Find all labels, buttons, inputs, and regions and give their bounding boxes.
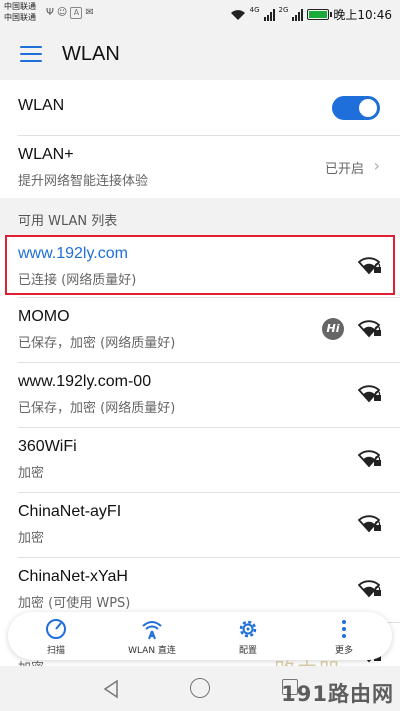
battery-icon — [307, 9, 333, 20]
usb-icon: Ψ — [46, 7, 54, 18]
wlan-plus-title: WLAN+ — [18, 146, 74, 163]
network-status: 已连接 (网络质量好) — [18, 273, 137, 288]
network-row[interactable]: www.192ly.com 已连接 (网络质量好) — [0, 235, 400, 298]
home-icon[interactable] — [190, 678, 210, 698]
network-status: 已保存，加密 (网络质量好) — [18, 336, 176, 351]
wifi-locked-icon — [357, 255, 382, 275]
wlan-toggle-label: WLAN — [18, 97, 65, 114]
wifi-status-icon — [230, 9, 245, 20]
network-type-2: 2G — [278, 6, 289, 14]
carrier-names: 中国联通 中国联通 — [4, 1, 36, 23]
more-vertical-icon — [342, 619, 346, 638]
app-notification-icon: A — [70, 7, 83, 19]
network-status: 加密 — [18, 531, 45, 546]
settings-gear-icon — [239, 620, 257, 637]
back-icon[interactable] — [102, 679, 120, 699]
wifi-locked-icon — [357, 513, 382, 533]
wlan-direct-button[interactable]: WLAN 直连 — [112, 617, 192, 656]
network-row[interactable]: 360WiFi 加密 — [0, 428, 400, 493]
title-bar: WLAN — [0, 28, 400, 80]
configure-label: 配置 — [238, 645, 257, 656]
chevron-right-icon: › — [373, 156, 380, 175]
switch-knob — [359, 99, 377, 117]
wlan-plus-subtitle: 提升网络智能连接体验 — [18, 174, 149, 189]
network-name: 360WiFi — [18, 438, 77, 455]
network-name: www.192ly.com — [18, 245, 128, 262]
network-name: ChinaNet-xYaH — [18, 568, 128, 585]
action-bar: 扫描 WLAN 直连 配置 更多 — [8, 612, 392, 660]
network-name: MOMO — [18, 308, 70, 325]
wifi-locked-icon — [357, 578, 382, 598]
network-row[interactable]: ChinaNet-ayFI 加密 — [0, 493, 400, 558]
network-status: 已保存，加密 (网络质量好) — [18, 401, 176, 416]
more-button[interactable]: 更多 — [304, 617, 384, 656]
wifi-locked-icon — [357, 448, 382, 468]
wlan-plus-status: 已开启 — [324, 162, 364, 177]
wlan-direct-label: WLAN 直连 — [128, 645, 176, 656]
carrier-2: 中国联通 — [4, 13, 36, 22]
network-type-1: 4G — [249, 6, 260, 14]
scan-button[interactable]: 扫描 — [16, 617, 96, 656]
network-row[interactable]: www.192ly.com-00 已保存，加密 (网络质量好) — [0, 363, 400, 428]
signal-2-icon — [292, 8, 304, 21]
network-status: 加密 (可使用 WPS) — [18, 596, 131, 611]
network-status: 加密 — [18, 466, 45, 481]
hi-badge-icon: Hi — [322, 318, 344, 340]
carrier-1: 中国联通 — [4, 2, 36, 11]
configure-button[interactable]: 配置 — [208, 617, 288, 656]
status-bar: 中国联通 中国联通 Ψ ☺ A ✉ 4G 2G 晚上10:46 — [0, 0, 400, 28]
network-row[interactable]: MOMO 已保存，加密 (网络质量好) Hi — [0, 298, 400, 363]
scan-icon — [46, 618, 66, 639]
wlan-toggle-row[interactable]: WLAN — [0, 80, 400, 136]
network-name: www.192ly.com-00 — [18, 373, 152, 390]
watermark: 191路由网 — [281, 682, 394, 706]
wlan-switch[interactable] — [332, 96, 380, 120]
notification-icons: Ψ ☺ A ✉ — [46, 6, 94, 20]
scan-label: 扫描 — [46, 645, 65, 656]
clock: 晚上10:46 — [333, 8, 392, 22]
page-title: WLAN — [62, 42, 120, 65]
wlan-plus-row[interactable]: WLAN+ 提升网络智能连接体验 已开启 › — [0, 136, 400, 198]
app-notification-icon-2: ✉ — [85, 7, 94, 18]
signal-1-icon — [263, 8, 275, 21]
wifi-locked-icon — [357, 318, 382, 338]
wifi-locked-icon — [357, 383, 382, 403]
wlan-direct-icon — [142, 620, 162, 639]
section-header: 可用 WLAN 列表 — [18, 214, 118, 229]
qq-icon: ☺ — [56, 7, 68, 18]
hamburger-menu-icon[interactable] — [20, 46, 42, 62]
system-icons: 4G 2G 晚上10:46 — [230, 6, 392, 23]
network-name: ChinaNet-ayFI — [18, 503, 122, 520]
